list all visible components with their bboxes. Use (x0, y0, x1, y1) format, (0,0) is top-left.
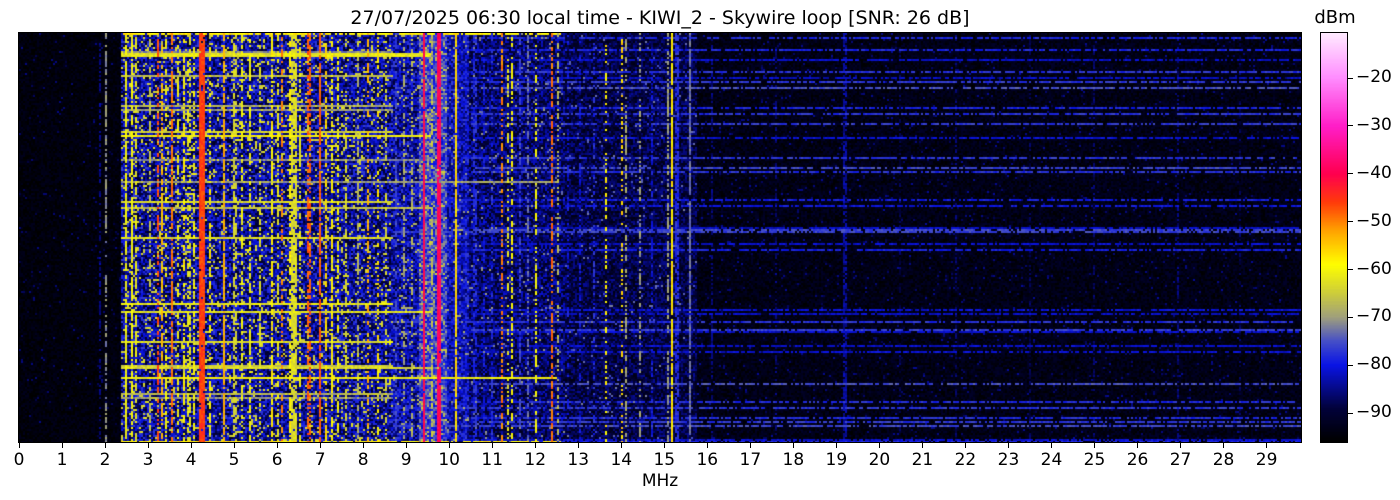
x-tick-mark (1050, 443, 1052, 448)
spectrogram-canvas (19, 33, 1301, 442)
x-tick-mark (1137, 443, 1139, 448)
x-tick-mark (792, 443, 794, 448)
x-tick-mark (491, 443, 493, 448)
colorbar-tick-mark (1348, 316, 1353, 318)
x-tick-label: 22 (954, 450, 977, 470)
x-tick-mark (749, 443, 751, 448)
x-tick-label: 29 (1255, 450, 1278, 470)
colorbar-tick-label: −90 (1356, 402, 1392, 423)
x-tick-label: 26 (1126, 450, 1149, 470)
waterfall-plot-area (18, 32, 1302, 443)
x-tick-label: 16 (696, 450, 719, 470)
x-tick-label: 10 (438, 450, 460, 470)
x-tick-mark (61, 443, 63, 448)
x-tick-label: 12 (524, 450, 547, 470)
x-tick-label: 3 (142, 450, 154, 470)
colorbar-tick-label: −40 (1356, 162, 1392, 183)
x-tick-label: 15 (653, 450, 676, 470)
x-tick-mark (1266, 443, 1268, 448)
x-tick-label: 14 (610, 450, 633, 470)
colorbar-tick-mark (1348, 269, 1353, 271)
x-tick-label: 11 (481, 450, 504, 470)
colorbar-tick-label: −60 (1356, 258, 1392, 279)
colorbar-tick-mark (1348, 77, 1353, 79)
colorbar-tick-mark (1348, 221, 1353, 223)
x-tick-label: 5 (228, 450, 240, 470)
x-axis-label: MHz (641, 471, 679, 491)
x-tick-label: 1 (56, 450, 68, 470)
colorbar-tick-label: −80 (1356, 354, 1392, 375)
x-tick-mark (964, 443, 966, 448)
x-tick-mark (233, 443, 235, 448)
x-tick-label: 8 (357, 450, 369, 470)
x-tick-label: 21 (911, 450, 934, 470)
x-tick-label: 6 (271, 450, 283, 470)
x-tick-mark (448, 443, 450, 448)
x-tick-mark (620, 443, 622, 448)
x-tick-mark (147, 443, 149, 448)
colorbar (1320, 32, 1348, 443)
x-tick-mark (1094, 443, 1095, 448)
x-tick-label: 23 (997, 450, 1020, 470)
x-tick-label: 28 (1212, 450, 1235, 470)
x-tick-label: 0 (13, 450, 25, 470)
x-tick-mark (405, 443, 407, 448)
x-tick-mark (1007, 443, 1009, 448)
colorbar-tick-mark (1348, 125, 1353, 127)
x-tick-mark (319, 443, 321, 448)
x-tick-mark (18, 443, 20, 448)
colorbar-unit-label: dBm (1314, 7, 1356, 28)
x-tick-label: 18 (782, 450, 805, 470)
x-tick-mark (190, 443, 192, 448)
x-tick-mark (706, 443, 708, 448)
x-tick-label: 27 (1169, 450, 1192, 470)
x-tick-label: 9 (400, 450, 412, 470)
colorbar-canvas (1321, 33, 1347, 442)
x-tick-label: 17 (739, 450, 762, 470)
x-tick-label: 4 (185, 450, 197, 470)
x-tick-mark (577, 443, 579, 448)
colorbar-tick-label: −30 (1356, 114, 1392, 135)
x-tick-mark (878, 443, 880, 448)
x-tick-mark (835, 443, 837, 448)
colorbar-tick-mark (1348, 412, 1353, 414)
colorbar-tick-label: −20 (1356, 67, 1392, 88)
x-tick-mark (1180, 443, 1182, 448)
x-tick-label: 2 (99, 450, 111, 470)
x-tick-label: 20 (868, 450, 891, 470)
x-tick-label: 19 (825, 450, 848, 470)
x-tick-label: 13 (567, 450, 590, 470)
x-tick-label: 24 (1040, 450, 1063, 470)
colorbar-tick-mark (1348, 364, 1353, 366)
x-tick-mark (276, 443, 278, 448)
colorbar-tick-label: −50 (1356, 210, 1392, 231)
x-tick-mark (663, 443, 665, 448)
x-tick-mark (104, 443, 106, 448)
colorbar-tick-mark (1348, 173, 1353, 175)
x-tick-label: 7 (314, 450, 326, 470)
colorbar-tick-label: −70 (1356, 306, 1392, 327)
x-tick-label: 25 (1083, 450, 1106, 470)
spectrogram-figure: 27/07/2025 06:30 local time - KIWI_2 - S… (0, 0, 1400, 500)
x-tick-mark (921, 443, 923, 448)
x-tick-mark (362, 443, 364, 448)
x-tick-mark (534, 443, 536, 448)
chart-title: 27/07/2025 06:30 local time - KIWI_2 - S… (350, 7, 970, 29)
x-tick-mark (1223, 443, 1225, 448)
